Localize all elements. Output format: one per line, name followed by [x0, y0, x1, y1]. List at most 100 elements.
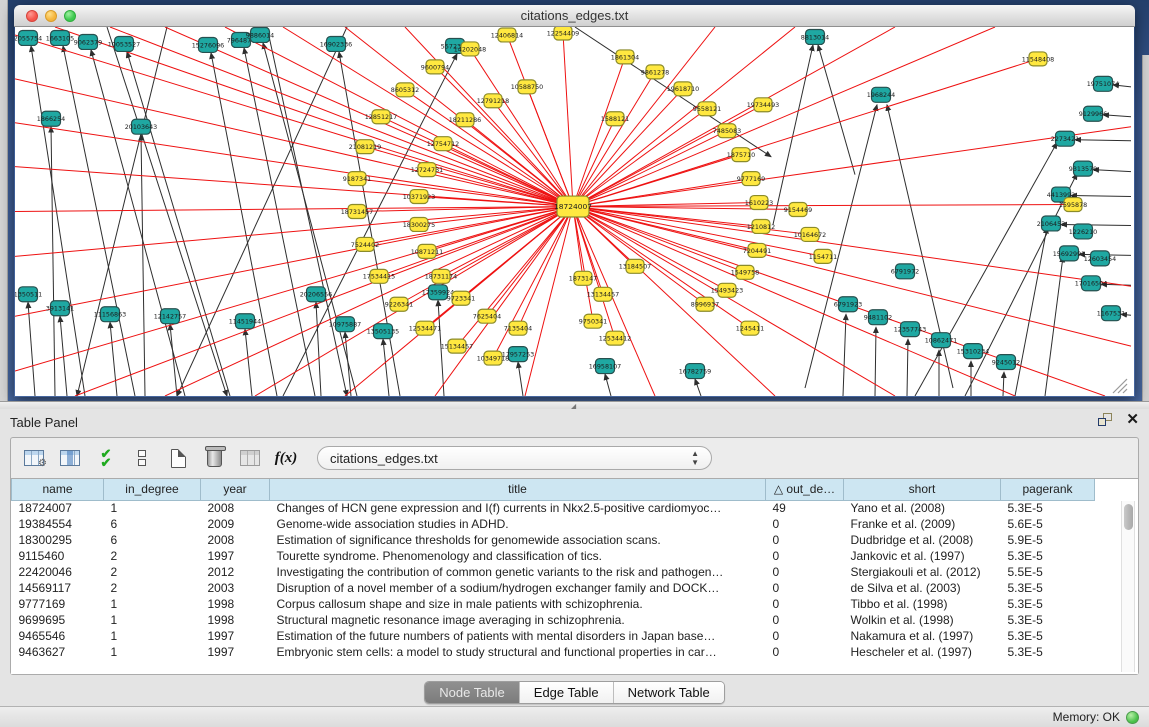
graph-node[interactable]: 10053527	[108, 36, 140, 51]
graph-node[interactable]: 1154711	[809, 249, 837, 263]
table-row[interactable]: 911546021997Tourette syndrome. Phenomeno…	[12, 548, 1095, 564]
graph-node[interactable]: 12754712	[427, 137, 459, 151]
graph-node[interactable]: 1350511	[15, 287, 42, 302]
graph-node[interactable]: 3913141	[46, 301, 74, 316]
graph-node[interactable]: 1167531	[1097, 306, 1125, 321]
table-cell[interactable]: Changes of HCN gene expression and I(f) …	[270, 500, 766, 516]
citation-edge-black[interactable]	[695, 379, 701, 396]
graph-node[interactable]: 10371923	[403, 190, 435, 204]
citation-edge-red[interactable]	[573, 119, 615, 207]
citation-edge-black[interactable]	[107, 27, 227, 396]
network-graph[interactable]: 2055754166310590623791005352715276096796…	[15, 27, 1134, 396]
graph-node[interactable]: 9558121	[693, 102, 721, 116]
graph-node[interactable]: 2106453	[1037, 216, 1065, 231]
table-cell[interactable]: Corpus callosum shape and size in male p…	[270, 596, 766, 612]
table-cell[interactable]: Estimation of significance thresholds fo…	[270, 532, 766, 548]
table-cell[interactable]: 5.6E-5	[1001, 516, 1095, 532]
graph-node[interactable]: 21081219	[349, 140, 381, 154]
graph-node[interactable]: 6791972	[891, 264, 919, 279]
table-cell[interactable]: Genome-wide association studies in ADHD.	[270, 516, 766, 532]
table-row[interactable]: 1872400712008Changes of HCN gene express…	[12, 500, 1095, 516]
citation-edge-black[interactable]	[51, 127, 55, 396]
citation-edge-red[interactable]	[15, 123, 573, 207]
delete-column-button[interactable]	[201, 445, 227, 471]
citation-edge-red[interactable]	[573, 207, 705, 305]
citation-edge-black[interactable]	[31, 46, 85, 396]
graph-node[interactable]: 15493423	[711, 283, 743, 297]
citation-edge-black[interactable]	[518, 362, 523, 396]
canvas-resize-grip[interactable]	[1123, 389, 1127, 393]
graph-node[interactable]: 16958107	[589, 359, 621, 374]
table-cell[interactable]: Dudbridge et al. (2008)	[844, 532, 1001, 548]
column-header-year[interactable]: year	[201, 479, 270, 500]
table-cell[interactable]: 5.3E-5	[1001, 596, 1095, 612]
table-cell[interactable]: 0	[766, 564, 844, 580]
table-cell[interactable]: Jankovic et al. (1997)	[844, 548, 1001, 564]
citation-edge-black[interactable]	[1093, 170, 1131, 172]
table-cell[interactable]: Yano et al. (2008)	[844, 500, 1001, 516]
graph-node[interactable]: 9187341	[343, 172, 371, 186]
graph-node[interactable]: 8813014	[801, 29, 829, 44]
canvas-resize-grip[interactable]	[1118, 384, 1127, 393]
table-cell[interactable]: 1	[104, 644, 201, 660]
table-scrollbar[interactable]	[1121, 501, 1135, 672]
graph-node[interactable]: 1210812	[747, 219, 775, 233]
table-cell[interactable]: 9115460	[12, 548, 104, 564]
column-header-pagerank[interactable]: pagerank	[1001, 479, 1095, 500]
table-row[interactable]: 969969511998Structural magnetic resonanc…	[12, 612, 1095, 628]
graph-node[interactable]: 9600794	[421, 60, 449, 74]
zoom-window-button[interactable]	[64, 10, 76, 22]
graph-node[interactable]: 12406814	[491, 28, 523, 42]
table-cell[interactable]: 0	[766, 644, 844, 660]
table-row[interactable]: 946554611997Estimation of the future num…	[12, 628, 1095, 644]
table-cell[interactable]: 9777169	[12, 596, 104, 612]
graph-node[interactable]: 9313579	[1069, 161, 1097, 176]
table-cell[interactable]: 9465546	[12, 628, 104, 644]
citation-edge-red[interactable]	[425, 207, 573, 329]
table-cell[interactable]: 1998	[201, 596, 270, 612]
new-column-button[interactable]	[165, 445, 191, 471]
column-header-title[interactable]: title	[270, 479, 766, 500]
table-cell[interactable]: 0	[766, 628, 844, 644]
table-cell[interactable]: 9699695	[12, 612, 104, 628]
graph-node[interactable]: 2055754	[15, 30, 42, 45]
table-row[interactable]: 2242004622012Investigating the contribut…	[12, 564, 1095, 580]
table-cell[interactable]: 22420046	[12, 564, 104, 580]
table-row[interactable]: 977716911998Corpus callosum shape and si…	[12, 596, 1095, 612]
graph-node[interactable]: 15692991	[1053, 246, 1085, 261]
citation-edge-red[interactable]	[15, 35, 573, 207]
graph-node[interactable]: 18731174	[425, 269, 457, 283]
table-cell[interactable]: 18724007	[12, 500, 104, 516]
graph-node[interactable]: 1663105	[46, 30, 74, 45]
citation-edge-black[interactable]	[773, 45, 813, 225]
citation-edge-black[interactable]	[339, 52, 400, 396]
table-cell[interactable]: 18300295	[12, 532, 104, 548]
graph-node[interactable]: 12534471	[409, 321, 441, 335]
citation-edge-black[interactable]	[316, 302, 321, 396]
column-header-name[interactable]: name	[12, 479, 104, 500]
show-columns-button[interactable]	[57, 445, 83, 471]
citation-edge-black[interactable]	[907, 339, 908, 396]
table-cell[interactable]: 19384554	[12, 516, 104, 532]
graph-node[interactable]: 1226210	[1069, 224, 1097, 239]
citation-edge-red[interactable]	[563, 33, 573, 207]
graph-node[interactable]: 12142757	[154, 309, 186, 324]
table-cell[interactable]: Structural magnetic resonance image aver…	[270, 612, 766, 628]
table-cell[interactable]: 2003	[201, 580, 270, 596]
graph-node[interactable]: 19734493	[747, 98, 779, 112]
citation-edge-red[interactable]	[15, 207, 573, 212]
citation-edge-black[interactable]	[170, 324, 177, 396]
tab-network-table[interactable]: Network Table	[614, 682, 724, 703]
citation-edge-red[interactable]	[573, 207, 593, 322]
graph-node[interactable]: 15276096	[192, 37, 224, 52]
graph-node[interactable]: 10975887	[329, 317, 361, 332]
column-header-out_de[interactable]: △ out_de…	[766, 479, 844, 500]
table-cell[interactable]: 14569117	[12, 580, 104, 596]
table-cell[interactable]: 5.3E-5	[1001, 500, 1095, 516]
table-row[interactable]: 1456911722003Disruption of a novel membe…	[12, 580, 1095, 596]
table-cell[interactable]: de Silva et al. (2003)	[844, 580, 1001, 596]
graph-node[interactable]: 9226341	[385, 297, 413, 311]
citation-edge-black[interactable]	[1075, 140, 1131, 141]
table-cell[interactable]: 5.9E-5	[1001, 532, 1095, 548]
graph-node[interactable]: 10164672	[794, 227, 826, 241]
